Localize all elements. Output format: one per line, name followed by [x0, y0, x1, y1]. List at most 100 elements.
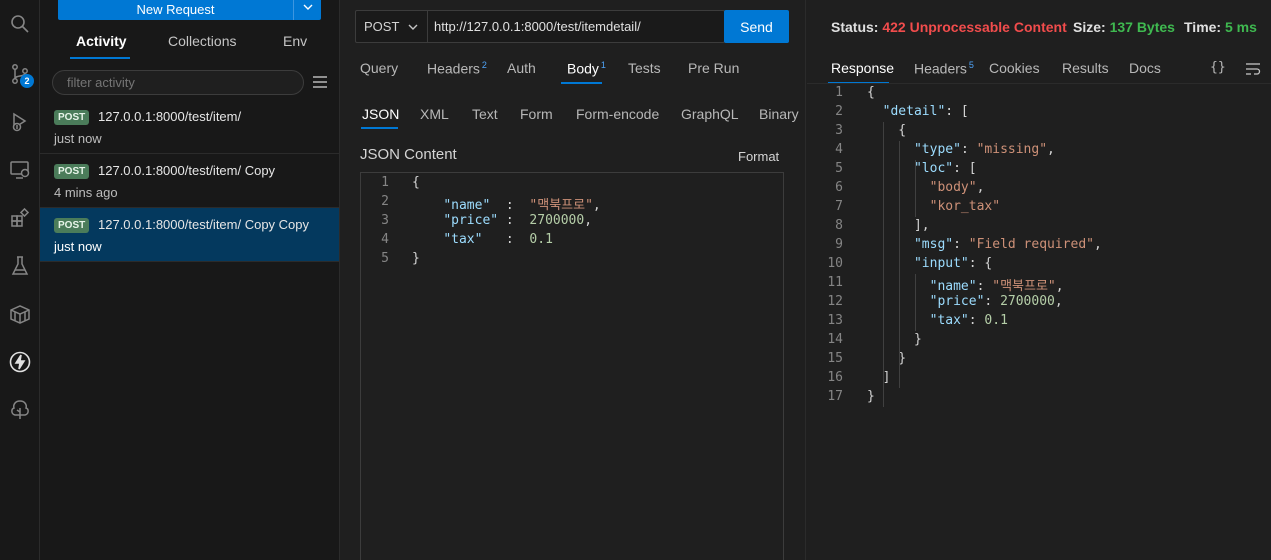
- tab-body[interactable]: Body 1: [567, 60, 606, 77]
- body-tab-graphql[interactable]: GraphQL: [681, 106, 739, 122]
- tab-tests[interactable]: Tests: [628, 60, 661, 76]
- sidebar-tabs: Activity Collections Env: [40, 30, 340, 59]
- line-number: 11: [827, 275, 843, 290]
- url-input[interactable]: http://127.0.0.1:8000/test/itemdetail/: [434, 19, 641, 34]
- tab-docs[interactable]: Docs: [1129, 60, 1161, 76]
- line-number: 1: [381, 175, 389, 190]
- tab-cookies[interactable]: Cookies: [989, 60, 1040, 76]
- format-button[interactable]: Format: [738, 149, 779, 164]
- tab-response-headers-label: Headers: [914, 60, 967, 77]
- json-content-title: JSON Content: [360, 146, 457, 163]
- line-number: 5: [381, 251, 389, 266]
- active-tab-indicator: [70, 57, 130, 59]
- line-number: 4: [835, 142, 843, 157]
- code-line: "tax": 0.1: [929, 313, 1008, 328]
- tab-collections[interactable]: Collections: [168, 33, 236, 49]
- code-line: }: [412, 251, 420, 266]
- line-number: 3: [381, 213, 389, 228]
- response-body-viewer: 1{2 "detail": [3 {4 "type": "missing", 5 …: [807, 84, 1271, 560]
- braces-icon[interactable]: {}: [1210, 60, 1226, 75]
- method-select[interactable]: POST: [356, 11, 428, 42]
- menu-icon[interactable]: [312, 74, 328, 90]
- activity-time: just now: [54, 131, 102, 146]
- code-line: "msg": "Field required",: [913, 237, 1102, 252]
- body-count: 1: [600, 60, 606, 70]
- tab-headers-label: Headers: [427, 60, 480, 77]
- body-tab-text[interactable]: Text: [472, 106, 498, 122]
- size-text: Size: 137 Bytes: [1073, 19, 1175, 35]
- code-line: "detail": [: [882, 104, 969, 119]
- tab-pre-run[interactable]: Pre Run: [688, 60, 739, 76]
- line-number: 1: [835, 85, 843, 100]
- json-body-editor[interactable]: 1 {2 "name" : "맥북프로", 3 "price" : 2700000,…: [360, 172, 784, 560]
- line-number: 6: [835, 180, 843, 195]
- tab-response[interactable]: Response: [831, 60, 894, 76]
- line-number: 2: [381, 194, 389, 209]
- active-body-tab-indicator: [361, 127, 398, 129]
- activity-item-selected[interactable]: POST 127.0.0.1:8000/test/item/ Copy Copy…: [40, 208, 339, 262]
- activity-item[interactable]: POST 127.0.0.1:8000/test/item/ just now: [40, 100, 339, 154]
- status-label: Status:: [831, 19, 879, 35]
- activity-time: 4 mins ago: [54, 185, 118, 200]
- line-number: 2: [835, 104, 843, 119]
- request-panel: POST http://127.0.0.1:8000/test/itemdeta…: [340, 0, 806, 560]
- activity-item[interactable]: POST 127.0.0.1:8000/test/item/ Copy 4 mi…: [40, 154, 339, 208]
- method-badge: POST: [54, 164, 90, 179]
- code-line: {: [412, 175, 420, 190]
- source-control-icon[interactable]: 2: [4, 58, 36, 90]
- tab-auth[interactable]: Auth: [507, 60, 536, 76]
- code-line: {: [867, 123, 907, 138]
- run-debug-icon[interactable]: [4, 106, 36, 138]
- wrap-lines-icon[interactable]: [1245, 62, 1261, 79]
- tab-activity[interactable]: Activity: [76, 33, 127, 49]
- status-value: 422 Unprocessable Content: [882, 19, 1067, 35]
- url-bar: POST http://127.0.0.1:8000/test/itemdeta…: [355, 10, 725, 43]
- tab-response-headers[interactable]: Headers 5: [914, 60, 974, 77]
- body-tab-binary[interactable]: Binary: [759, 106, 799, 122]
- body-tab-json[interactable]: JSON: [362, 106, 399, 122]
- tab-body-label: Body: [567, 60, 599, 77]
- response-panel: Status: 422 Unprocessable Content Size: …: [807, 0, 1271, 560]
- code-line: "tax" : 0.1: [443, 232, 553, 247]
- code-line: "name" : "맥북프로",: [443, 198, 601, 213]
- tab-results[interactable]: Results: [1062, 60, 1109, 76]
- code-line: ]: [867, 370, 891, 385]
- size-label: Size:: [1073, 19, 1106, 35]
- tab-headers[interactable]: Headers 2: [427, 60, 487, 77]
- code-line: "type": "missing",: [913, 142, 1055, 157]
- indent-guide: [883, 122, 884, 407]
- thunder-client-icon[interactable]: [4, 346, 36, 378]
- chevron-down-icon[interactable]: [293, 0, 321, 20]
- line-number: 5: [835, 161, 843, 176]
- activity-url: 127.0.0.1:8000/test/item/ Copy: [98, 163, 276, 178]
- filter-activity-input[interactable]: [52, 70, 304, 95]
- code-line: }: [867, 332, 922, 347]
- tab-query[interactable]: Query: [360, 60, 398, 76]
- line-number: 14: [827, 332, 843, 347]
- time-text: Time: 5 ms: [1184, 19, 1257, 35]
- line-number: 16: [827, 370, 843, 385]
- response-headers-count: 5: [968, 60, 974, 70]
- package-icon[interactable]: [4, 298, 36, 330]
- send-button[interactable]: Send: [724, 10, 789, 43]
- testing-icon[interactable]: [4, 250, 36, 282]
- tab-env[interactable]: Env: [283, 33, 307, 49]
- extensions-icon[interactable]: [4, 202, 36, 234]
- tree-icon[interactable]: [4, 394, 36, 426]
- body-tab-form[interactable]: Form: [520, 106, 553, 122]
- body-tab-xml[interactable]: XML: [420, 106, 449, 122]
- new-request-button[interactable]: New Request: [58, 0, 321, 20]
- body-tab-form-encode[interactable]: Form-encode: [576, 106, 659, 122]
- activity-url: 127.0.0.1:8000/test/item/: [98, 109, 242, 124]
- code-line: }: [867, 351, 907, 366]
- search-icon[interactable]: [4, 8, 36, 40]
- remote-explorer-icon[interactable]: [4, 154, 36, 186]
- activity-sidebar: New Request Activity Collections Env POS…: [40, 0, 340, 560]
- line-number: 17: [827, 389, 843, 404]
- method-label: POST: [364, 19, 400, 34]
- active-tab-indicator: [561, 82, 602, 84]
- activity-url: 127.0.0.1:8000/test/item/ Copy Copy: [98, 217, 310, 232]
- code-line: "price" : 2700000,: [443, 213, 593, 228]
- method-badge: POST: [54, 218, 90, 233]
- status-text: Status: 422 Unprocessable Content: [831, 19, 1067, 35]
